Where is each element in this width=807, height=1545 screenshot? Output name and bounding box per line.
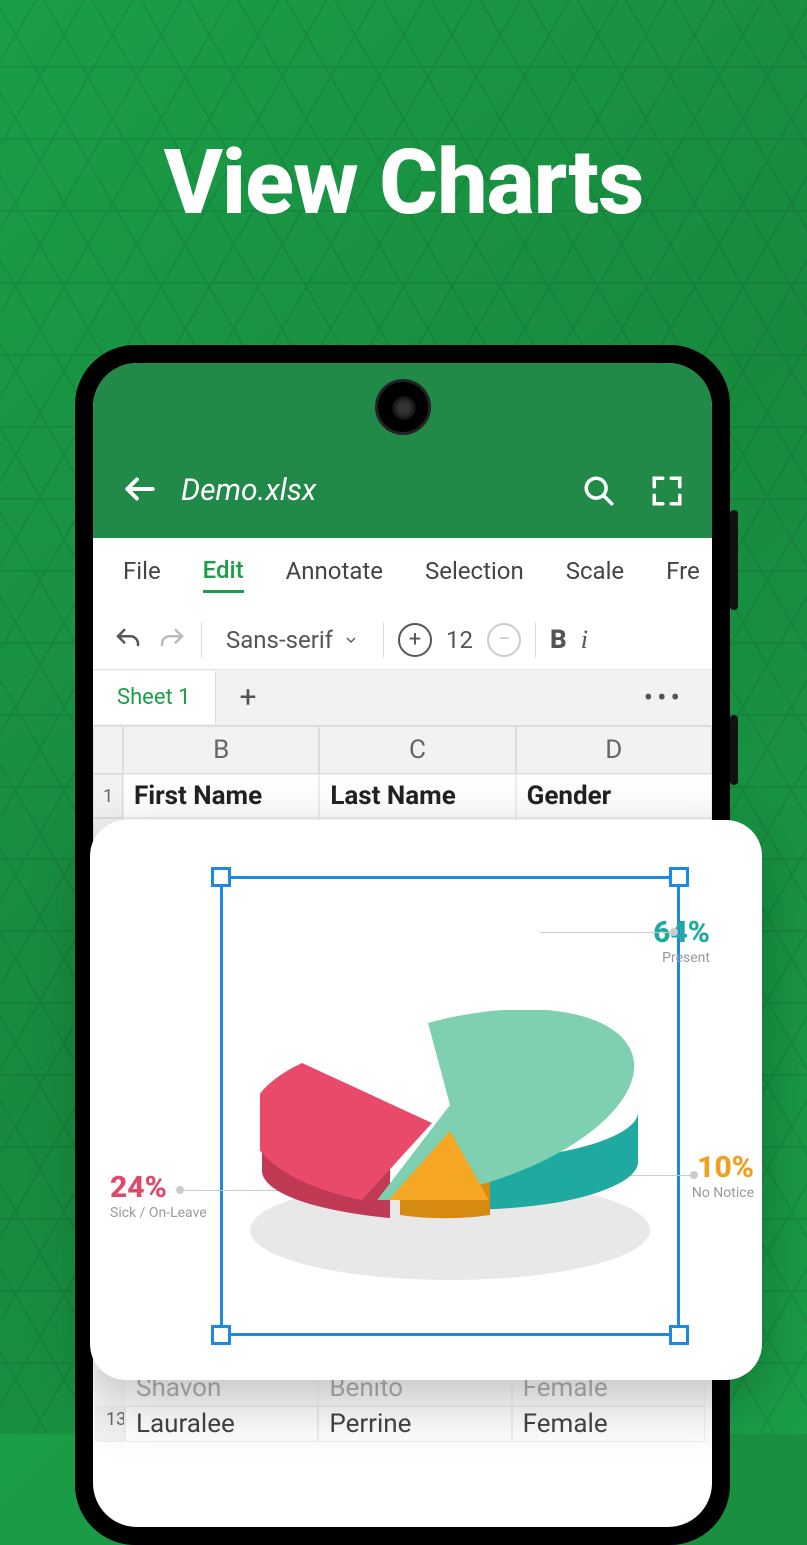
divider (535, 622, 536, 658)
sheet-tabs: Sheet 1 + ••• (93, 670, 712, 726)
chart-label-present: 64% Present (653, 915, 710, 966)
phone-side-button (730, 715, 738, 785)
column-header[interactable]: C (319, 726, 515, 774)
divider (201, 622, 202, 658)
tab-scale[interactable]: Scale (566, 557, 624, 591)
tab-annotate[interactable]: Annotate (286, 557, 383, 591)
leader-dot (690, 1171, 698, 1179)
column-header[interactable]: B (123, 726, 319, 774)
resize-handle[interactable] (669, 867, 689, 887)
chart-sublabel: Sick / On-Leave (110, 1205, 207, 1221)
divider (383, 622, 384, 658)
font-family-select[interactable]: Sans-serif (216, 626, 369, 654)
row-header: 13 (95, 1406, 125, 1442)
chart-sublabel: Present (653, 950, 710, 966)
chart-percent: 24% (110, 1170, 207, 1205)
resize-handle[interactable] (211, 867, 231, 887)
font-family-value: Sans-serif (226, 626, 333, 654)
cell[interactable]: Last Name (319, 774, 515, 818)
leader-dot (670, 928, 678, 936)
increase-font-button[interactable]: + (398, 623, 432, 657)
tab-selection[interactable]: Selection (425, 557, 524, 591)
italic-button[interactable]: i (581, 625, 588, 655)
phone-camera (375, 379, 431, 435)
bold-button[interactable]: B (550, 625, 567, 655)
column-header[interactable]: D (516, 726, 712, 774)
undo-icon[interactable] (113, 625, 143, 655)
pie-top (260, 1010, 640, 1200)
grid-corner (93, 726, 123, 774)
back-arrow-icon[interactable] (121, 470, 159, 508)
font-size-value: 12 (446, 626, 473, 654)
hero-title: View Charts (0, 130, 807, 235)
search-icon[interactable] (582, 474, 616, 508)
chart-overlay-card: 64% Present 10% No Notice 24% Sick / On-… (90, 820, 762, 1380)
chevron-down-icon (343, 632, 359, 648)
cell: Lauralee (125, 1406, 318, 1442)
chart-label-sick: 24% Sick / On-Leave (110, 1170, 207, 1221)
fullscreen-icon[interactable] (650, 474, 684, 508)
tab-edit[interactable]: Edit (203, 556, 244, 593)
phone-side-button (730, 510, 738, 610)
add-sheet-button[interactable]: + (216, 680, 281, 715)
cell[interactable]: First Name (123, 774, 319, 818)
cell: Perrine (318, 1406, 511, 1442)
decrease-font-button[interactable]: − (487, 623, 521, 657)
sheet-tab-active[interactable]: Sheet 1 (93, 671, 216, 724)
cell[interactable]: Gender (516, 774, 712, 818)
resize-handle[interactable] (211, 1325, 231, 1345)
tab-file[interactable]: File (123, 557, 161, 591)
chart-sublabel: No Notice (692, 1185, 754, 1201)
menu-tabs: File Edit Annotate Selection Scale Fre (93, 538, 712, 610)
chart-label-nonotice: 10% No Notice (692, 1150, 754, 1201)
redo-icon[interactable] (157, 625, 187, 655)
rows-below-overlay: Shavon Benito Female 13 Lauralee Perrine… (95, 1370, 705, 1442)
resize-handle[interactable] (669, 1325, 689, 1345)
sheet-more-button[interactable]: ••• (616, 681, 712, 714)
cell: Female (512, 1406, 705, 1442)
leader-line (540, 932, 670, 933)
toolbar: Sans-serif + 12 − B i (93, 610, 712, 670)
file-title: Demo.xlsx (181, 473, 548, 508)
leader-dot (176, 1186, 184, 1194)
chart-percent: 10% (692, 1150, 754, 1185)
row-header[interactable]: 1 (93, 774, 123, 818)
tab-more[interactable]: Fre (666, 557, 700, 591)
pie-chart[interactable] (250, 980, 650, 1280)
